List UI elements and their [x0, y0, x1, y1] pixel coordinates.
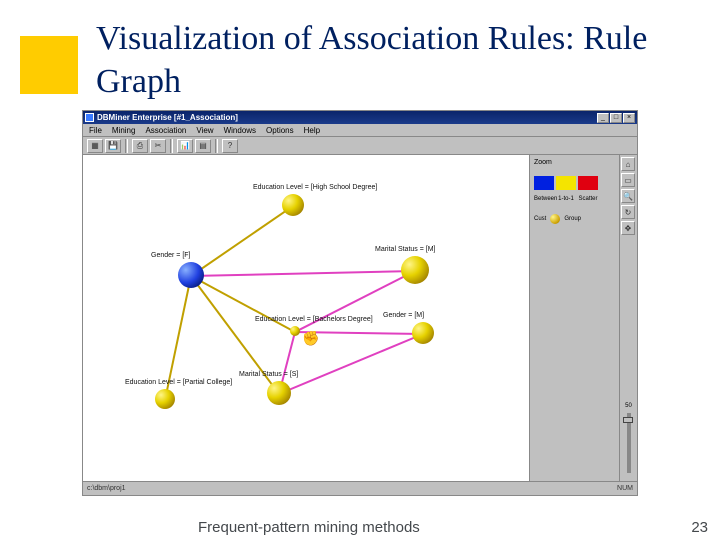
graph-node-label: Education Level = [Partial College] — [125, 379, 232, 386]
toolbar-separator — [215, 139, 218, 153]
vertical-toolbar: ⌂ ▭ 🔍 ↻ ✥ 50 — [619, 155, 637, 481]
legend-label-row: Between 1-to-1 Scatter — [534, 196, 615, 202]
menu-options[interactable]: Options — [266, 126, 294, 135]
zoom-slider-area: 50 — [621, 397, 636, 479]
slider-value: 50 — [625, 403, 632, 409]
print-icon[interactable]: ⎙ — [132, 139, 148, 153]
graph-edge — [279, 333, 424, 395]
menu-mining[interactable]: Mining — [112, 126, 136, 135]
graph-edge — [191, 270, 415, 277]
legend-color-between — [534, 176, 554, 190]
close-button[interactable]: × — [623, 113, 635, 123]
graph-edge — [295, 270, 416, 333]
grid-icon[interactable]: ▤ — [195, 139, 211, 153]
legend-label-between: Between — [534, 196, 554, 202]
app-window: DBMiner Enterprise [#1_Association] _ □ … — [82, 110, 638, 496]
toolbar: ▦ 💾 ⎙ ✂ 📊 ▤ ? — [83, 137, 637, 155]
slide-accent-square — [20, 36, 78, 94]
legend-cust-label: Cust — [534, 216, 546, 222]
graph-node-label: Education Level = [High School Degree] — [253, 184, 377, 191]
slide-title: Visualization of Association Rules: Rule… — [96, 18, 720, 103]
graph-node[interactable] — [290, 326, 300, 336]
home-icon[interactable]: ⌂ — [621, 157, 635, 171]
rotate-icon[interactable]: ↻ — [621, 205, 635, 219]
menubar: File Mining Association View Windows Opt… — [83, 124, 637, 137]
graph-node[interactable] — [155, 389, 175, 409]
graph-node-label: Gender = [F] — [151, 252, 191, 259]
statusbar: c:\dbm\proj1 NUM — [83, 481, 637, 495]
db-icon[interactable]: ▦ — [87, 139, 103, 153]
chart-icon[interactable]: 📊 — [177, 139, 193, 153]
menu-association[interactable]: Association — [145, 126, 186, 135]
menu-help[interactable]: Help — [304, 126, 320, 135]
pan-icon[interactable]: ✥ — [621, 221, 635, 235]
menu-windows[interactable]: Windows — [224, 126, 256, 135]
zoom-icon[interactable]: 🔍 — [621, 189, 635, 203]
graph-node[interactable] — [267, 381, 291, 405]
legend-group-label: Group — [564, 216, 581, 222]
right-panel: Zoom Between 1-to-1 Scatter Cust — [529, 155, 637, 481]
menu-view[interactable]: View — [196, 126, 213, 135]
maximize-button[interactable]: □ — [610, 113, 622, 123]
menu-file[interactable]: File — [89, 126, 102, 135]
minimize-button[interactable]: _ — [597, 113, 609, 123]
graph-node-label: Gender = [M] — [383, 312, 424, 319]
graph-node[interactable] — [401, 256, 429, 284]
toolbar-separator — [170, 139, 173, 153]
page-number: 23 — [691, 519, 708, 536]
content-area: Education Level = [High School Degree] Ge… — [83, 155, 637, 481]
cut-icon[interactable]: ✂ — [150, 139, 166, 153]
legend-label-1to1: 1-to-1 — [556, 196, 576, 202]
slider-thumb[interactable] — [623, 417, 633, 423]
graph-edge — [190, 205, 293, 277]
window-title: DBMiner Enterprise [#1_Association] — [97, 113, 238, 122]
status-left: c:\dbm\proj1 — [87, 485, 126, 492]
fit-icon[interactable]: ▭ — [621, 173, 635, 187]
window-titlebar[interactable]: DBMiner Enterprise [#1_Association] _ □ … — [83, 111, 637, 124]
graph-canvas[interactable]: Education Level = [High School Degree] Ge… — [83, 155, 529, 481]
zoom-slider[interactable] — [627, 413, 631, 473]
legend-cust-ball-icon — [550, 214, 560, 224]
legend-color-1to1 — [556, 176, 576, 190]
legend-label-scatter: Scatter — [578, 196, 598, 202]
save-icon[interactable]: 💾 — [105, 139, 121, 153]
graph-node[interactable] — [282, 194, 304, 216]
app-icon — [85, 113, 94, 122]
graph-node[interactable] — [412, 322, 434, 344]
grab-cursor-icon: ✊ — [302, 330, 319, 347]
status-right: NUM — [617, 485, 633, 492]
graph-node-label: Marital Status = [M] — [375, 246, 436, 253]
legend-cust-row: Cust Group — [534, 214, 615, 224]
toolbar-separator — [125, 139, 128, 153]
slide-footer: Frequent-pattern mining methods — [198, 519, 420, 536]
legend-panel: Zoom Between 1-to-1 Scatter Cust — [530, 155, 619, 481]
help-icon[interactable]: ? — [222, 139, 238, 153]
graph-node-label: Education Level = [Bachelors Degree] — [255, 316, 373, 323]
legend-color-scatter — [578, 176, 598, 190]
graph-edge — [191, 275, 296, 333]
legend-header: Zoom — [534, 159, 615, 166]
graph-node-label: Marital Status = [S] — [239, 371, 298, 378]
graph-node[interactable] — [178, 262, 204, 288]
legend-color-row — [534, 176, 615, 190]
